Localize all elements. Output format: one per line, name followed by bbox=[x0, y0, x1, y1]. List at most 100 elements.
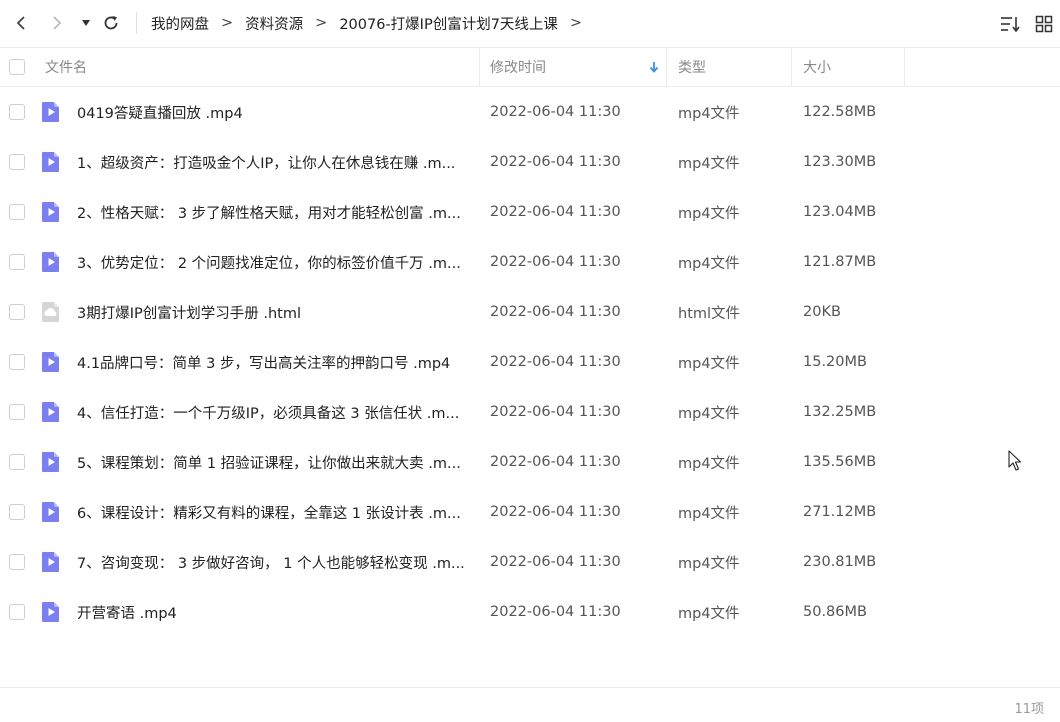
file-row[interactable]: 6、课程设计：精彩又有料的课程，全靠这 1 张设计表 .m... 2022-06-… bbox=[0, 487, 1060, 537]
row-checkbox[interactable] bbox=[9, 354, 25, 370]
file-name[interactable]: 1、超级资产：打造吸金个人IP，让你人在休息钱在赚 .m... bbox=[77, 137, 472, 187]
breadcrumb-item-resources[interactable]: 资料资源 bbox=[245, 13, 303, 34]
sort-view-button[interactable] bbox=[998, 12, 1022, 36]
breadcrumb-item-root[interactable]: 我的网盘 bbox=[151, 13, 209, 34]
status-bar: 11项 bbox=[0, 687, 1060, 722]
file-name[interactable]: 5、课程策划：简单 1 招验证课程，让你做出来就大卖 .m... bbox=[77, 437, 472, 487]
file-size: 135.56MB bbox=[803, 454, 877, 470]
file-type: mp4文件 bbox=[678, 605, 740, 622]
file-size: 123.04MB bbox=[803, 204, 877, 220]
file-modified-time: 2022-06-04 11:30 bbox=[490, 104, 621, 120]
breadcrumb-item-current[interactable]: 20076-打爆IP创富计划7天线上课 bbox=[339, 13, 558, 34]
file-modified-time: 2022-06-04 11:30 bbox=[490, 354, 621, 370]
file-row[interactable]: 1、超级资产：打造吸金个人IP，让你人在休息钱在赚 .m... 2022-06-0… bbox=[0, 137, 1060, 187]
column-resize-handle[interactable] bbox=[479, 48, 480, 86]
row-checkbox[interactable] bbox=[9, 504, 25, 520]
nav-divider bbox=[136, 12, 137, 34]
column-header-size[interactable]: 大小 bbox=[803, 48, 831, 86]
sort-list-icon bbox=[1001, 17, 1020, 33]
caret-down-icon bbox=[82, 20, 90, 26]
video-file-icon bbox=[42, 452, 59, 472]
file-size: 15.20MB bbox=[803, 354, 867, 370]
file-type: mp4文件 bbox=[678, 255, 740, 272]
column-resize-handle[interactable] bbox=[904, 48, 905, 86]
column-resize-handle[interactable] bbox=[666, 48, 667, 86]
file-size: 123.30MB bbox=[803, 154, 877, 170]
file-row[interactable]: 3、优势定位： 2 个问题找准定位，你的标签价值千万 .m... 2022-06-… bbox=[0, 237, 1060, 287]
file-size: 122.58MB bbox=[803, 104, 877, 120]
video-file-icon bbox=[42, 602, 59, 622]
file-row[interactable]: 7、咨询变现： 3 步做好咨询， 1 个人也能够轻松变现 .m... 2022-0… bbox=[0, 537, 1060, 587]
select-all-cell bbox=[9, 48, 25, 86]
row-checkbox[interactable] bbox=[9, 404, 25, 420]
file-modified-time: 2022-06-04 11:30 bbox=[490, 504, 621, 520]
column-header-type[interactable]: 类型 bbox=[678, 48, 706, 86]
column-header-name[interactable]: 文件名 bbox=[45, 48, 87, 86]
chevron-left-icon bbox=[16, 16, 25, 30]
file-modified-time: 2022-06-04 11:30 bbox=[490, 304, 621, 320]
file-type: mp4文件 bbox=[678, 405, 740, 422]
file-name[interactable]: 2、性格天赋： 3 步了解性格天赋，用对才能轻松创富 .m... bbox=[77, 187, 472, 237]
row-checkbox[interactable] bbox=[9, 604, 25, 620]
file-type: mp4文件 bbox=[678, 105, 740, 122]
column-resize-handle[interactable] bbox=[791, 48, 792, 86]
row-checkbox[interactable] bbox=[9, 204, 25, 220]
video-file-icon bbox=[42, 102, 59, 122]
row-checkbox[interactable] bbox=[9, 454, 25, 470]
file-row[interactable]: 5、课程策划：简单 1 招验证课程，让你做出来就大卖 .m... 2022-06-… bbox=[0, 437, 1060, 487]
column-header-modified[interactable]: 修改时间 bbox=[490, 48, 546, 86]
history-dropdown-button[interactable] bbox=[76, 10, 96, 36]
file-row[interactable]: 开营寄语 .mp4 2022-06-04 11:30 mp4文件 50.86MB bbox=[0, 587, 1060, 637]
navigation-bar: 我的网盘 > 资料资源 > 20076-打爆IP创富计划7天线上课 > bbox=[0, 0, 1060, 46]
file-type: mp4文件 bbox=[678, 155, 740, 172]
item-count: 11项 bbox=[1014, 702, 1044, 717]
file-name[interactable]: 4、信任打造：一个千万级IP，必须具备这 3 张信任状 .m... bbox=[77, 387, 472, 437]
forward-button[interactable] bbox=[44, 10, 70, 36]
row-checkbox[interactable] bbox=[9, 554, 25, 570]
video-file-icon bbox=[42, 352, 59, 372]
arrow-down-icon bbox=[649, 62, 659, 73]
file-name[interactable]: 3期打爆IP创富计划学习手册 .html bbox=[77, 287, 472, 337]
file-list: 0419答疑直播回放 .mp4 2022-06-04 11:30 mp4文件 122.… bbox=[0, 87, 1060, 637]
file-row[interactable]: 4.1品牌口号：简单 3 步，写出高关注率的押韵口号 .mp4 2022-06-0… bbox=[0, 337, 1060, 387]
file-modified-time: 2022-06-04 11:30 bbox=[490, 454, 621, 470]
file-size: 121.87MB bbox=[803, 254, 877, 270]
html-file-icon bbox=[42, 302, 59, 322]
refresh-icon bbox=[104, 16, 118, 30]
file-list-header: 文件名 修改时间 类型 大小 bbox=[0, 47, 1060, 87]
file-row[interactable]: 2、性格天赋： 3 步了解性格天赋，用对才能轻松创富 .m... 2022-06-… bbox=[0, 187, 1060, 237]
breadcrumb-separator: > bbox=[315, 15, 328, 31]
file-type: mp4文件 bbox=[678, 505, 740, 522]
back-button[interactable] bbox=[8, 10, 34, 36]
file-type: html文件 bbox=[678, 305, 741, 322]
refresh-button[interactable] bbox=[98, 10, 124, 36]
breadcrumb-separator: > bbox=[221, 15, 234, 31]
grid-view-button[interactable] bbox=[1032, 12, 1056, 36]
file-name[interactable]: 0419答疑直播回放 .mp4 bbox=[77, 87, 472, 137]
file-modified-time: 2022-06-04 11:30 bbox=[490, 154, 621, 170]
file-size: 20KB bbox=[803, 304, 841, 320]
file-size: 50.86MB bbox=[803, 604, 867, 620]
row-checkbox[interactable] bbox=[9, 104, 25, 120]
file-size: 230.81MB bbox=[803, 554, 877, 570]
file-name[interactable]: 开营寄语 .mp4 bbox=[77, 587, 472, 637]
breadcrumb: 我的网盘 > 资料资源 > 20076-打爆IP创富计划7天线上课 > bbox=[151, 12, 582, 34]
file-row[interactable]: 4、信任打造：一个千万级IP，必须具备这 3 张信任状 .m... 2022-06… bbox=[0, 387, 1060, 437]
file-row[interactable]: 3期打爆IP创富计划学习手册 .html 2022-06-04 11:30 html… bbox=[0, 287, 1060, 337]
chevron-right-icon bbox=[53, 16, 62, 30]
file-name[interactable]: 7、咨询变现： 3 步做好咨询， 1 个人也能够轻松变现 .m... bbox=[77, 537, 472, 587]
row-checkbox[interactable] bbox=[9, 154, 25, 170]
grid-view-icon bbox=[1035, 15, 1053, 33]
select-all-checkbox[interactable] bbox=[9, 59, 25, 75]
file-row[interactable]: 0419答疑直播回放 .mp4 2022-06-04 11:30 mp4文件 122.… bbox=[0, 87, 1060, 137]
file-name[interactable]: 6、课程设计：精彩又有料的课程，全靠这 1 张设计表 .m... bbox=[77, 487, 472, 537]
row-checkbox[interactable] bbox=[9, 304, 25, 320]
breadcrumb-expand-arrow[interactable]: > bbox=[570, 15, 582, 31]
file-type: mp4文件 bbox=[678, 555, 740, 572]
video-file-icon bbox=[42, 402, 59, 422]
row-checkbox[interactable] bbox=[9, 254, 25, 270]
video-file-icon bbox=[42, 202, 59, 222]
file-name[interactable]: 4.1品牌口号：简单 3 步，写出高关注率的押韵口号 .mp4 bbox=[77, 337, 472, 387]
video-file-icon bbox=[42, 152, 59, 172]
file-name[interactable]: 3、优势定位： 2 个问题找准定位，你的标签价值千万 .m... bbox=[77, 237, 472, 287]
